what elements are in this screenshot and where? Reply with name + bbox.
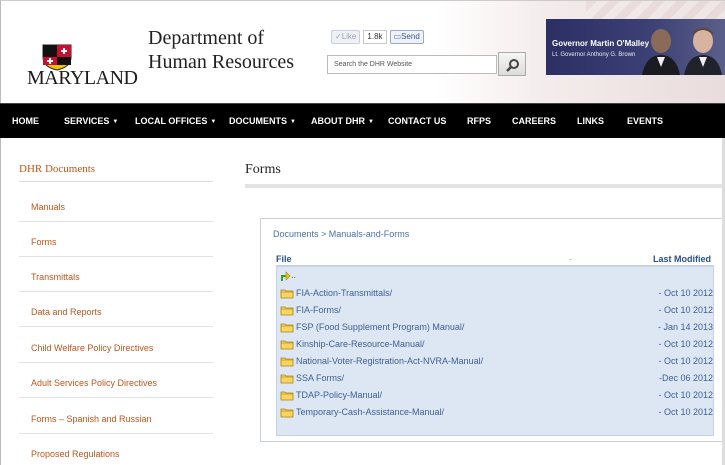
folder-icon (280, 323, 294, 333)
file-modified-date: - Oct 10 2012 (658, 288, 713, 298)
breadcrumb[interactable]: Documents > Manuals-and-Forms (273, 229, 409, 239)
file-modified-date: - Oct 10 2012 (658, 305, 713, 315)
sidebar: DHR Documents Manuals Forms Transmittals… (0, 138, 218, 465)
file-modified-date: - Oct 10 2012 (658, 339, 713, 349)
department-title-line1: Department of (148, 27, 265, 49)
file-list: .. FIA-Action-Transmittals/ - Oct 10 201… (276, 266, 714, 436)
caret-down-icon: ▼ (290, 119, 296, 125)
list-item[interactable]: FIA-Forms/ - Oct 10 2012 (277, 302, 713, 319)
file-modified-date: - Jan 14 2013 (657, 322, 713, 332)
governor-banner[interactable]: Governor Martin O'Malley Lt. Governor An… (546, 19, 725, 75)
sidebar-item-forms-spanish-russian[interactable]: Forms – Spanish and Russian (31, 414, 152, 424)
search-icon (506, 59, 519, 72)
file-name-link[interactable]: FIA-Action-Transmittals/ (296, 288, 392, 298)
check-icon: ✓ (335, 32, 342, 41)
file-name-link[interactable]: Temporary-Cash-Assistance-Manual/ (296, 407, 444, 417)
list-item[interactable]: FIA-Action-Transmittals/ - Oct 10 2012 (277, 285, 713, 302)
search-input[interactable]: Search the DHR Website (327, 55, 497, 74)
file-browser-panel: Documents > Manuals-and-Forms File - Las… (260, 218, 725, 442)
department-title-line2: Human Resources (148, 51, 295, 73)
divider (19, 291, 213, 292)
sidebar-item-adult-services[interactable]: Adult Services Policy Directives (31, 378, 157, 388)
list-item-parent[interactable]: .. (277, 268, 713, 285)
governor-name: Governor Martin O'Malley (552, 39, 650, 48)
governor-portrait (642, 29, 680, 75)
nav-documents[interactable]: DOCUMENTS ▼ (229, 116, 296, 126)
column-header-file[interactable]: File (276, 254, 292, 264)
caret-down-icon: ▼ (112, 119, 119, 125)
file-modified-date: - Oct 10 2012 (658, 390, 713, 400)
file-name-link[interactable]: Kinship-Care-Resource-Manual/ (296, 339, 425, 349)
folder-icon (280, 340, 294, 350)
lt-governor-name: Lt. Governor Anthony G. Brown (552, 52, 636, 58)
folder-icon (280, 357, 294, 367)
like-count: 1.8k (363, 30, 387, 44)
sidebar-item-data-and-reports[interactable]: Data and Reports (31, 307, 102, 317)
column-header-separator: - (569, 254, 572, 264)
nav-about-dhr[interactable]: ABOUT DHR ▼ (311, 116, 374, 126)
list-item[interactable]: SSA Forms/ -Dec 06 2012 (277, 370, 713, 387)
nav-services[interactable]: SERVICES ▼ (64, 116, 118, 126)
nav-home[interactable]: HOME (12, 116, 39, 126)
nav-rfps[interactable]: RFPS (467, 116, 491, 126)
column-header-last-modified[interactable]: Last Modified (653, 254, 711, 264)
divider (19, 433, 213, 434)
lt-governor-portrait (684, 27, 722, 75)
sidebar-item-transmittals[interactable]: Transmittals (31, 272, 80, 282)
facebook-send-button[interactable]: ▭Send (389, 30, 424, 44)
file-modified-date: - Oct 10 2012 (658, 407, 713, 417)
nav-links[interactable]: LINKS (577, 116, 604, 126)
nav-careers[interactable]: CAREERS (512, 116, 556, 126)
logo-text: MARYLAND (27, 67, 138, 89)
maryland-logo[interactable]: MARYLAND (23, 43, 141, 93)
list-item[interactable]: FSP (Food Supplement Program) Manual/ - … (277, 319, 713, 336)
divider (19, 181, 213, 182)
folder-icon (280, 289, 294, 299)
sidebar-item-manuals[interactable]: Manuals (31, 202, 65, 212)
list-item[interactable]: Temporary-Cash-Assistance-Manual/ - Oct … (277, 404, 713, 421)
main-navigation: HOME SERVICES ▼ LOCAL OFFICES ▼ DOCUMENTS ▼… (0, 103, 725, 138)
divider (19, 362, 213, 363)
department-title[interactable]: Department of Human Resources (148, 26, 294, 74)
sidebar-item-forms[interactable]: Forms (31, 237, 57, 247)
nav-contact-us[interactable]: CONTACT US (388, 116, 446, 126)
social-widgets: ✓Like 1.8k ▭Send (331, 30, 424, 44)
nav-local-offices[interactable]: LOCAL OFFICES ▼ (135, 116, 216, 126)
caret-down-icon: ▼ (210, 119, 217, 125)
sidebar-title[interactable]: DHR Documents (19, 163, 95, 175)
file-name-link[interactable]: FSP (Food Supplement Program) Manual/ (296, 322, 464, 332)
search-button[interactable] (498, 52, 526, 76)
divider (19, 256, 213, 257)
file-modified-date: -Dec 06 2012 (658, 373, 713, 383)
caret-down-icon: ▼ (368, 119, 374, 125)
folder-icon (280, 391, 294, 401)
sidebar-item-proposed-regulations[interactable]: Proposed Regulations (31, 449, 120, 459)
folder-icon (280, 408, 294, 418)
file-name-link[interactable]: FIA-Forms/ (296, 305, 341, 315)
site-header: MARYLAND Department of Human Resources ✓… (0, 0, 725, 104)
file-name-link[interactable]: SSA Forms/ (296, 373, 344, 383)
parent-directory-label: .. (291, 270, 297, 280)
folder-icon (280, 374, 294, 384)
divider (19, 397, 213, 398)
list-item[interactable]: National-Voter-Registration-Act-NVRA-Man… (277, 353, 713, 370)
list-item[interactable]: TDAP-Policy-Manual/ - Oct 10 2012 (277, 387, 713, 404)
flag-background-decoration (586, 1, 725, 21)
facebook-like-button[interactable]: ✓Like (331, 30, 361, 44)
page-title: Forms (245, 162, 281, 177)
send-icon: ▭ (393, 32, 402, 41)
divider (19, 326, 213, 327)
folder-icon (280, 306, 294, 316)
file-modified-date: - Oct 10 2012 (658, 356, 713, 366)
file-name-link[interactable]: TDAP-Policy-Manual/ (296, 390, 382, 400)
nav-events[interactable]: EVENTS (627, 116, 663, 126)
list-item[interactable]: Kinship-Care-Resource-Manual/ - Oct 10 2… (277, 336, 713, 353)
file-name-link[interactable]: National-Voter-Registration-Act-NVRA-Man… (296, 356, 483, 366)
divider (19, 221, 213, 222)
sidebar-item-child-welfare[interactable]: Child Welfare Policy Directives (31, 343, 153, 353)
divider (245, 184, 725, 188)
